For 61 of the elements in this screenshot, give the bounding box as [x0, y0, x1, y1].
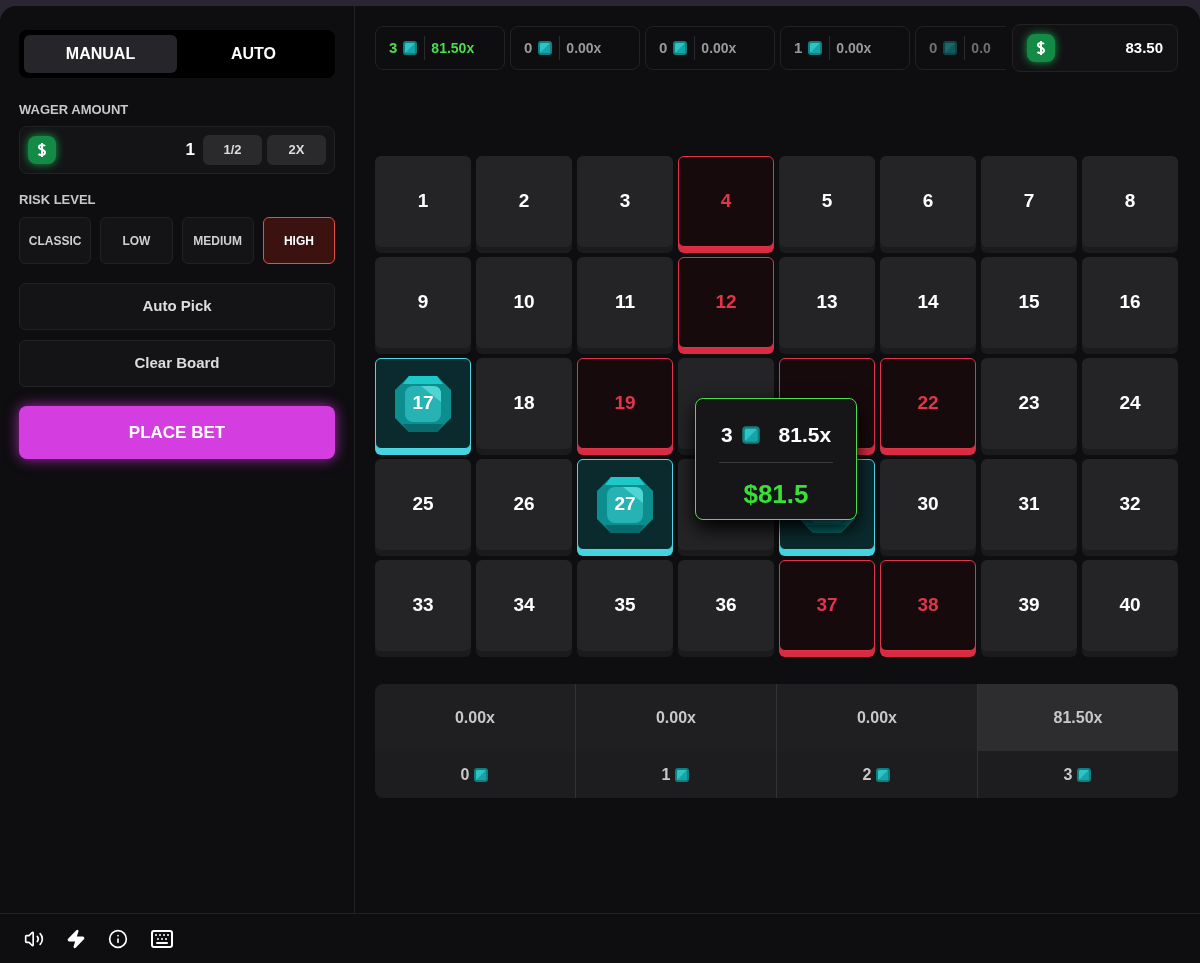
- tile-number: 37: [816, 593, 838, 618]
- tile-number: 30: [917, 492, 939, 517]
- tile-number: 10: [513, 290, 535, 315]
- tile-number: 16: [1119, 290, 1141, 315]
- tile-number: 6: [922, 189, 934, 214]
- tile-number: 27: [614, 492, 636, 517]
- tooltip-multiplier: 81.5x: [778, 422, 832, 448]
- tooltip-payout: $81.5: [743, 477, 809, 511]
- tile-number: 9: [417, 290, 429, 315]
- tile-number: 40: [1119, 593, 1141, 618]
- tile-number: 14: [917, 290, 939, 315]
- tile-number: 3: [619, 189, 631, 214]
- payout-multiplier: 0.00x: [655, 707, 696, 728]
- tile-number: 23: [1018, 391, 1040, 416]
- tile-number: 15: [1018, 290, 1040, 315]
- payout-gem-count: 2: [862, 764, 872, 785]
- tile-number: 2: [518, 189, 530, 214]
- gem-count: 0: [524, 37, 533, 58]
- multiplier: 0.0: [970, 38, 991, 58]
- tile-number: 5: [821, 189, 833, 214]
- tile-number: 18: [513, 391, 535, 416]
- wager-label: WAGER AMOUNT: [19, 101, 130, 119]
- balance-value: 83.50: [1125, 37, 1163, 58]
- tooltip-gem-count: 3: [720, 422, 733, 448]
- multiplier: 0.00x: [700, 38, 737, 58]
- tile-number: 17: [412, 391, 434, 416]
- tile-number: 38: [917, 593, 939, 618]
- gem-count: 3: [389, 37, 398, 58]
- payout-gem-count: 3: [1063, 764, 1073, 785]
- wager-value: 1: [185, 138, 195, 161]
- tile-number: 12: [715, 290, 737, 315]
- gem-count: 1: [794, 37, 803, 58]
- tile-number: 39: [1018, 593, 1040, 618]
- tile-number: 13: [816, 290, 838, 315]
- tile-number: 11: [614, 290, 636, 315]
- multiplier: 0.00x: [565, 38, 602, 58]
- tile-number: 36: [715, 593, 737, 618]
- risk-label: RISK LEVEL: [19, 190, 97, 209]
- tile-number: 33: [412, 593, 434, 618]
- tile-number: 7: [1023, 189, 1035, 214]
- tile-number: 25: [412, 492, 434, 517]
- gem-count: 0: [929, 37, 938, 58]
- multiplier: 0.00x: [835, 38, 872, 58]
- multiplier: 81.50x: [430, 38, 475, 58]
- tile-number: 26: [513, 492, 535, 517]
- tile-number: 8: [1124, 189, 1136, 214]
- tile-number: 4: [720, 189, 732, 214]
- tile-number: 22: [917, 391, 939, 416]
- payout-multiplier: 0.00x: [856, 707, 897, 728]
- tile-number: 35: [614, 593, 636, 618]
- payout-gem-count: 1: [661, 764, 671, 785]
- tile-number: 19: [614, 391, 636, 416]
- tile-number: 1: [417, 189, 429, 214]
- payout-multiplier: 81.50x: [1053, 707, 1103, 728]
- gem-count: 0: [659, 37, 668, 58]
- tile-number: 32: [1119, 492, 1141, 517]
- tile-number: 31: [1018, 492, 1040, 517]
- tile-number: 34: [513, 593, 535, 618]
- payout-multiplier: 0.00x: [454, 707, 495, 728]
- tile-number: 24: [1119, 391, 1141, 416]
- payout-gem-count: 0: [460, 764, 470, 785]
